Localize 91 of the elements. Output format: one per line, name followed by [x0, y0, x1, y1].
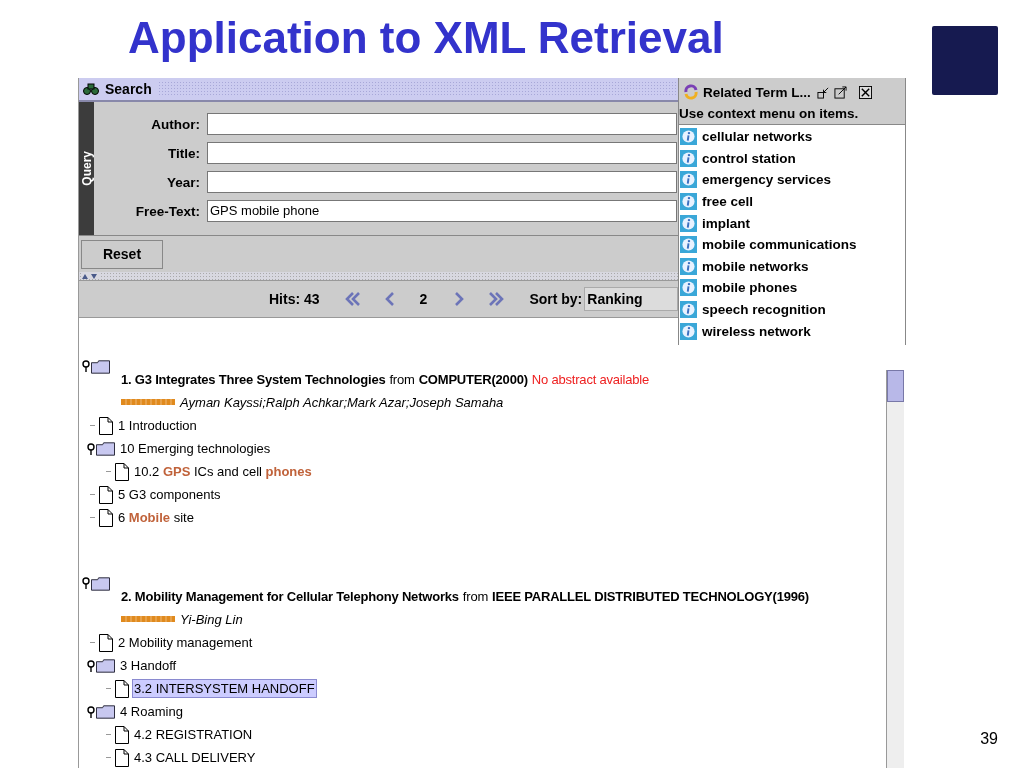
circular-arrows-icon [683, 84, 699, 100]
page-number: 2 [419, 291, 428, 307]
section-item[interactable]: 5 G3 components [116, 485, 223, 504]
relevance-bar-icon [121, 399, 175, 405]
panel-title: Related Term L... [703, 84, 811, 100]
abstract-note: No abstract available [531, 372, 650, 387]
pin-icon[interactable] [87, 705, 95, 718]
field-label: Title: [167, 145, 201, 161]
info-icon [680, 149, 697, 167]
info-icon [680, 257, 697, 275]
input-field[interactable] [207, 113, 677, 135]
sort-dropdown[interactable]: Ranking [584, 287, 679, 311]
field-label: Author: [150, 116, 201, 132]
result-source: IEEE PARALLEL DISTRIBUTED TECHNOLOGY(1996) [492, 589, 809, 604]
info-icon [680, 171, 697, 189]
related-term[interactable]: mobile networks [702, 258, 809, 274]
result-source: COMPUTER(2000) [418, 372, 528, 387]
folder-icon [96, 658, 115, 673]
binoculars-icon [83, 82, 99, 96]
related-term[interactable]: speech recognition [702, 302, 826, 318]
info-icon [680, 322, 697, 340]
related-term[interactable]: mobile communications [702, 237, 857, 253]
reset-button[interactable]: Reset [81, 239, 163, 269]
related-term[interactable]: implant [702, 215, 750, 231]
related-term[interactable]: wireless network [702, 323, 811, 339]
info-icon [680, 193, 697, 211]
info-icon [680, 128, 697, 146]
section-item[interactable]: 10 Emerging technologies [118, 439, 273, 458]
folder-icon [91, 360, 110, 374]
input-field[interactable] [207, 142, 677, 164]
folder-icon [91, 577, 110, 591]
splitter-handle[interactable] [79, 272, 678, 280]
folder-icon [96, 704, 115, 719]
info-icon [680, 301, 697, 319]
result-authors: Yi-Bing Lin [180, 611, 243, 627]
hits-count: Hits: 43 [269, 291, 320, 307]
page-number: 39 [980, 730, 998, 748]
related-term[interactable]: control station [702, 150, 796, 166]
panel-hint: Use context menu on items. [679, 106, 905, 125]
flower-photo-placeholder [932, 26, 998, 95]
info-icon [680, 236, 697, 254]
section-item[interactable]: 4 Roaming [118, 702, 185, 721]
related-term[interactable]: mobile phones [702, 280, 798, 296]
from-label: from [389, 372, 415, 387]
from-label: from [462, 589, 489, 604]
field-label: Free-Text: [134, 203, 201, 219]
pin-icon[interactable] [87, 659, 95, 672]
section-item[interactable]: 2 Mobility management [116, 633, 255, 652]
field-label: Year: [165, 174, 201, 190]
search-title: Search [105, 81, 152, 97]
result-title[interactable]: 2. Mobility Management for Cellular Telephony Networks [121, 589, 459, 604]
folder-icon [96, 441, 115, 456]
document-icon [99, 508, 113, 527]
pin-icon[interactable] [82, 577, 90, 589]
title-bar-grip[interactable] [157, 81, 678, 97]
document-icon [115, 462, 129, 481]
document-icon [99, 416, 113, 435]
input-field[interactable]: GPS mobile phone [207, 200, 677, 222]
document-icon [99, 633, 113, 652]
section-item[interactable]: 3 Handoff [118, 656, 179, 675]
related-term[interactable]: cellular networks [702, 129, 813, 145]
first-page-icon[interactable] [343, 292, 362, 306]
pin-icon[interactable] [82, 360, 90, 372]
document-icon [115, 725, 129, 744]
document-icon [99, 485, 113, 504]
section-item[interactable]: 4.2 REGISTRATION [132, 725, 255, 744]
maximize-icon[interactable] [833, 85, 847, 99]
info-icon [680, 214, 697, 232]
related-term[interactable]: emergency services [702, 172, 832, 188]
section-item[interactable]: 3.2 INTERSYSTEM HANDOFF [132, 679, 317, 698]
query-tab[interactable]: Query [79, 102, 94, 235]
minimize-icon[interactable] [816, 85, 830, 99]
section-item[interactable]: 10.2 GPS ICs and cell phones [132, 462, 314, 481]
last-page-icon[interactable] [487, 292, 506, 306]
collapse-arrows-icon[interactable] [81, 273, 101, 279]
scrollbar[interactable] [886, 370, 904, 768]
scrollbar-thumb[interactable] [887, 370, 904, 402]
section-item[interactable]: 1 Introduction [116, 416, 199, 435]
pin-icon[interactable] [87, 442, 95, 455]
result-title[interactable]: 1. G3 Integrates Three System Technologies [121, 372, 386, 387]
result-authors: Ayman Kayssi;Ralph Achkar;Mark Azar;Joseph Samaha [180, 394, 504, 410]
sort-label: Sort by: [529, 291, 583, 307]
relevance-bar-icon [121, 616, 175, 622]
slide-title: Application to XML Retrieval [128, 12, 725, 64]
related-term[interactable]: free cell [702, 194, 754, 210]
section-item[interactable]: 4.3 CALL DELIVERY [132, 748, 258, 767]
input-field[interactable] [207, 171, 677, 193]
info-icon [680, 279, 697, 297]
document-icon [115, 679, 129, 698]
section-item[interactable]: 6 Mobile site [116, 508, 196, 527]
close-icon[interactable] [858, 85, 872, 99]
